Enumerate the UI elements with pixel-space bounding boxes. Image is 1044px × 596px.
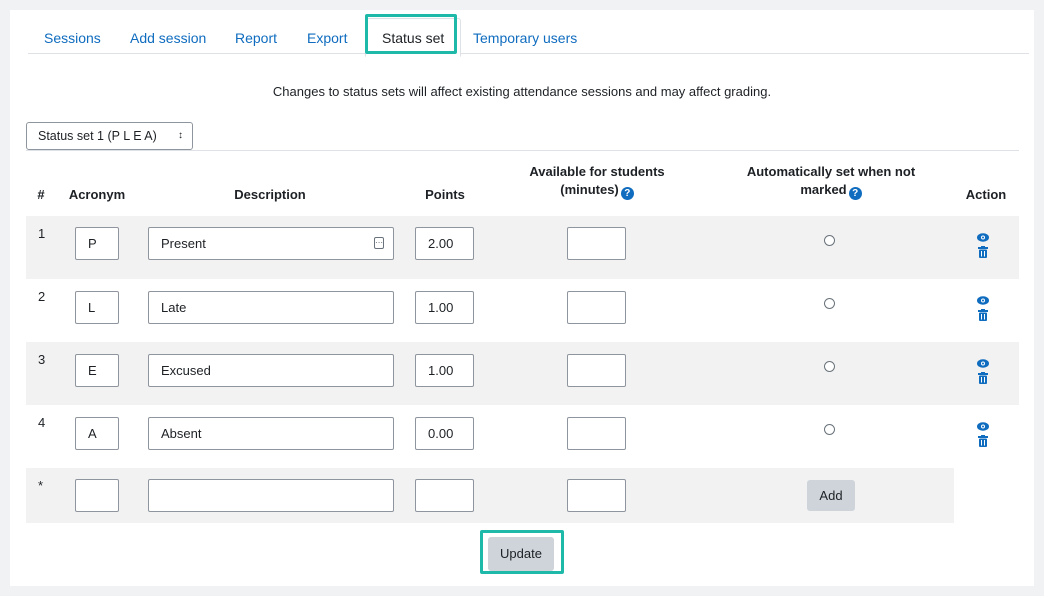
update-button[interactable]: Update (488, 537, 554, 571)
minutes-input[interactable] (567, 354, 626, 387)
header-available: Available for students (minutes)? (497, 163, 697, 200)
header-points: Points (425, 187, 465, 202)
auto-set-radio[interactable] (824, 361, 835, 372)
eye-icon[interactable] (977, 359, 989, 368)
select-arrow-icon: ↕ (178, 130, 183, 141)
description-input[interactable]: Excused (148, 354, 394, 387)
question-circle-icon[interactable]: ? (620, 187, 634, 200)
header-auto-line1: Automatically set when not (746, 164, 916, 179)
header-action: Action (965, 187, 1007, 202)
row-number: 1 (38, 226, 46, 241)
header-num: # (37, 187, 45, 202)
trash-icon[interactable] (978, 309, 988, 321)
tab-bar: Sessions Add session Report Export Statu… (28, 14, 1029, 57)
new-acronym-input[interactable] (75, 479, 119, 512)
description-input[interactable]: Absent (148, 417, 394, 450)
row-number: * (38, 478, 44, 493)
auto-set-radio[interactable] (824, 424, 835, 435)
points-input[interactable]: 1.00 (415, 354, 474, 387)
header-description: Description (234, 187, 306, 202)
minutes-input[interactable] (567, 227, 626, 260)
auto-set-radio[interactable] (824, 235, 835, 246)
question-circle-icon[interactable]: ? (848, 187, 862, 200)
acronym-input[interactable]: E (75, 354, 119, 387)
new-points-input[interactable] (415, 479, 474, 512)
table-row: 1 P Present ⋯ 2.00 (26, 216, 1019, 279)
add-button[interactable]: Add (807, 480, 855, 511)
minutes-input[interactable] (567, 417, 626, 450)
auto-set-radio[interactable] (824, 298, 835, 309)
table-row: 4 A Absent 0.00 (26, 405, 1019, 468)
divider (26, 150, 1019, 151)
tab-temporary-users[interactable]: Temporary users (457, 20, 593, 56)
acronym-input[interactable]: A (75, 417, 119, 450)
input-helper-icon: ⋯ (374, 237, 384, 249)
status-set-panel: Sessions Add session Report Export Statu… (10, 10, 1034, 586)
tab-export[interactable]: Export (291, 20, 363, 56)
description-input[interactable]: Late (148, 291, 394, 324)
status-set-notice: Changes to status sets will affect exist… (272, 84, 772, 99)
table-row: 2 L Late 1.00 (26, 279, 1019, 342)
points-input[interactable]: 0.00 (415, 417, 474, 450)
header-available-line1: Available for students (529, 164, 665, 179)
eye-icon[interactable] (977, 422, 989, 431)
header-available-line2: (minutes) (560, 182, 619, 197)
status-set-select[interactable]: Status set 1 (P L E A) ↕ (26, 122, 193, 150)
description-input[interactable]: Present ⋯ (148, 227, 394, 260)
trash-icon[interactable] (978, 435, 988, 447)
tab-status-set[interactable]: Status set (365, 18, 462, 57)
header-acronym: Acronym (68, 187, 126, 202)
minutes-input[interactable] (567, 291, 626, 324)
points-input[interactable]: 2.00 (415, 227, 474, 260)
trash-icon[interactable] (978, 372, 988, 384)
tab-add-session[interactable]: Add session (114, 20, 222, 56)
new-status-row: * Add (26, 468, 954, 523)
table-row: 3 E Excused 1.00 (26, 342, 1019, 405)
eye-icon[interactable] (977, 233, 989, 242)
row-number: 4 (38, 415, 46, 430)
new-minutes-input[interactable] (567, 479, 626, 512)
eye-icon[interactable] (977, 296, 989, 305)
description-value: Present (161, 236, 206, 251)
trash-icon[interactable] (978, 246, 988, 258)
row-number: 3 (38, 352, 46, 367)
acronym-input[interactable]: L (75, 291, 119, 324)
header-auto-line2: marked (800, 182, 847, 197)
status-set-select-value: Status set 1 (P L E A) (38, 129, 157, 143)
acronym-input[interactable]: P (75, 227, 119, 260)
tab-report[interactable]: Report (219, 20, 293, 56)
header-auto-set: Automatically set when not marked? (711, 163, 951, 200)
tab-sessions[interactable]: Sessions (28, 20, 117, 56)
row-number: 2 (38, 289, 46, 304)
new-description-input[interactable] (148, 479, 394, 512)
points-input[interactable]: 1.00 (415, 291, 474, 324)
